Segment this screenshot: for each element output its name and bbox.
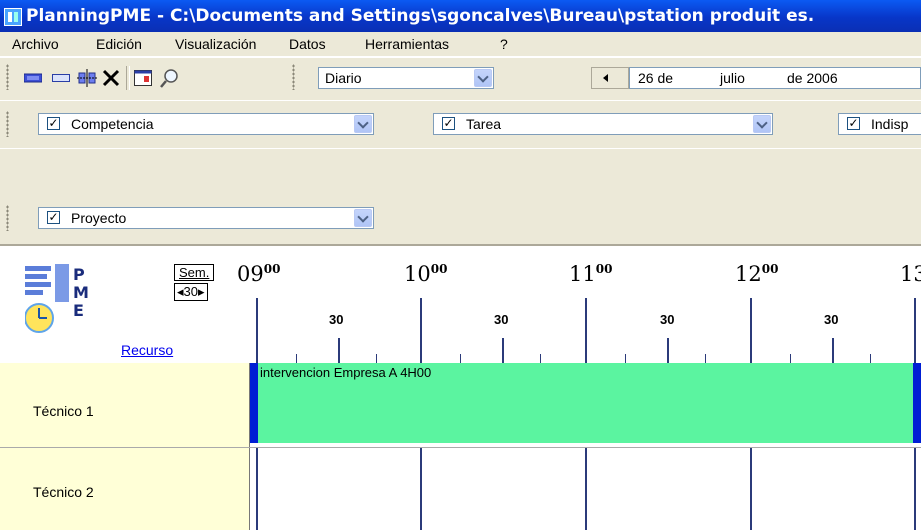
delete-icon[interactable] (100, 68, 122, 88)
planning-area: P M E Recurso Sem. ◂30▸ 0900 1000 1100 1… (0, 244, 921, 530)
quarter-tick (376, 354, 377, 363)
step-stepper[interactable]: ◂30▸ (174, 283, 208, 301)
hour-gridline (914, 448, 916, 530)
quarter-tick (790, 354, 791, 363)
planningpme-logo: P M E (24, 262, 97, 334)
quarter-tick (296, 354, 297, 363)
menu-archivo[interactable]: Archivo (12, 32, 59, 56)
view-mode-value: Diario (325, 70, 362, 86)
hour-gridline (585, 448, 587, 530)
toolbar-grip-4[interactable] (6, 205, 9, 231)
half-hour-label: 30 (660, 312, 675, 327)
toolbar-separator (126, 66, 130, 90)
competencia-label: Competencia (71, 116, 154, 132)
date-day: 26 de (638, 70, 674, 86)
hour-label: 1100 (569, 262, 613, 286)
tarea-checkbox[interactable]: ✓ (442, 117, 455, 130)
proyecto-filter[interactable]: ✓ Proyecto (38, 207, 374, 229)
indisp-filter[interactable]: ✓ Indisp (838, 113, 921, 135)
half-hour-tick (338, 338, 340, 363)
hour-gridline (256, 448, 258, 530)
timeline-header: P M E Recurso Sem. ◂30▸ 0900 1000 1100 1… (0, 246, 921, 363)
resource-row[interactable]: Técnico 2 (0, 448, 921, 530)
resource-name-cell[interactable]: Técnico 1 (0, 363, 250, 447)
quarter-tick (460, 354, 461, 363)
main-toolbar: Diario 26 de julio de 2006 (0, 57, 921, 101)
task-bar[interactable]: intervencion Empresa A 4H00 (250, 363, 921, 443)
chevron-down-icon[interactable] (354, 209, 372, 227)
svg-text:E: E (73, 301, 84, 320)
search-icon[interactable] (158, 68, 180, 88)
hour-gridline (256, 298, 258, 363)
project-toolbar: ✓ Proyecto (0, 148, 921, 243)
menu-bar: Archivo Edición Visualización Datos Herr… (0, 32, 921, 57)
hour-label: 0900 (237, 262, 281, 286)
date-picker[interactable]: 26 de julio de 2006 (629, 67, 921, 89)
toolbar-grip[interactable] (6, 64, 9, 90)
chevron-down-icon[interactable] (753, 115, 771, 133)
filter-toolbar: ✓ Competencia ✓ Tarea ✓ Indisp (0, 100, 921, 149)
half-hour-label: 30 (329, 312, 344, 327)
resource-name-cell[interactable]: Técnico 2 (0, 448, 250, 530)
tarea-filter[interactable]: ✓ Tarea (433, 113, 773, 135)
view-mode-select[interactable]: Diario (318, 67, 494, 89)
toolbar-grip-3[interactable] (6, 111, 9, 137)
indisp-checkbox[interactable]: ✓ (847, 117, 860, 130)
hour-label: 1000 (404, 262, 448, 286)
chevron-down-icon[interactable] (474, 69, 492, 87)
half-hour-tick (832, 338, 834, 363)
competencia-checkbox[interactable]: ✓ (47, 117, 60, 130)
resource-row[interactable]: Técnico 1 intervencion Empresa A 4H00 (0, 363, 921, 448)
prev-date-button[interactable] (591, 67, 629, 89)
quarter-tick (870, 354, 871, 363)
app-icon (4, 8, 22, 26)
chevron-down-icon[interactable] (354, 115, 372, 133)
hour-gridline (420, 298, 422, 363)
menu-herramientas[interactable]: Herramientas (365, 32, 449, 56)
half-hour-tick (502, 338, 504, 363)
task-label: intervencion Empresa A 4H00 (260, 365, 432, 380)
date-month: julio (720, 70, 745, 86)
resource-link[interactable]: Recurso (121, 342, 173, 358)
resource-name: Técnico 2 (33, 484, 94, 500)
svg-text:M: M (73, 283, 89, 302)
week-button[interactable]: Sem. (174, 264, 215, 281)
menu-visualizacion[interactable]: Visualización (175, 32, 256, 56)
menu-help[interactable]: ? (500, 32, 508, 56)
hour-label: 1200 (735, 262, 779, 286)
half-hour-label: 30 (494, 312, 509, 327)
empty-bar-icon[interactable] (50, 68, 72, 88)
toolbar-grip-2[interactable] (292, 64, 295, 90)
hour-gridline (585, 298, 587, 363)
svg-text:P: P (73, 265, 85, 284)
week-scale-control[interactable]: Sem. ◂30▸ (174, 264, 230, 301)
quarter-tick (705, 354, 706, 363)
bar-view-icon[interactable] (22, 68, 44, 88)
resource-name: Técnico 1 (33, 403, 94, 419)
split-icon[interactable] (76, 68, 98, 88)
window-title: PlanningPME - C:\Documents and Settings\… (26, 6, 815, 26)
menu-edicion[interactable]: Edición (96, 32, 142, 56)
date-year: de 2006 (787, 70, 838, 86)
hour-gridline (750, 298, 752, 363)
title-bar[interactable]: PlanningPME - C:\Documents and Settings\… (0, 0, 921, 32)
tarea-label: Tarea (466, 116, 502, 132)
quarter-tick (540, 354, 541, 363)
hour-gridline (420, 448, 422, 530)
menu-datos[interactable]: Datos (289, 32, 326, 56)
hour-label: 13 (900, 262, 921, 286)
hour-gridline (750, 448, 752, 530)
quarter-tick (625, 354, 626, 363)
indisp-label: Indisp (871, 116, 909, 132)
competencia-filter[interactable]: ✓ Competencia (38, 113, 374, 135)
window-icon[interactable] (132, 68, 154, 88)
half-hour-label: 30 (824, 312, 839, 327)
proyecto-checkbox[interactable]: ✓ (47, 211, 60, 224)
proyecto-label: Proyecto (71, 210, 127, 226)
hour-gridline (914, 298, 916, 363)
half-hour-tick (667, 338, 669, 363)
